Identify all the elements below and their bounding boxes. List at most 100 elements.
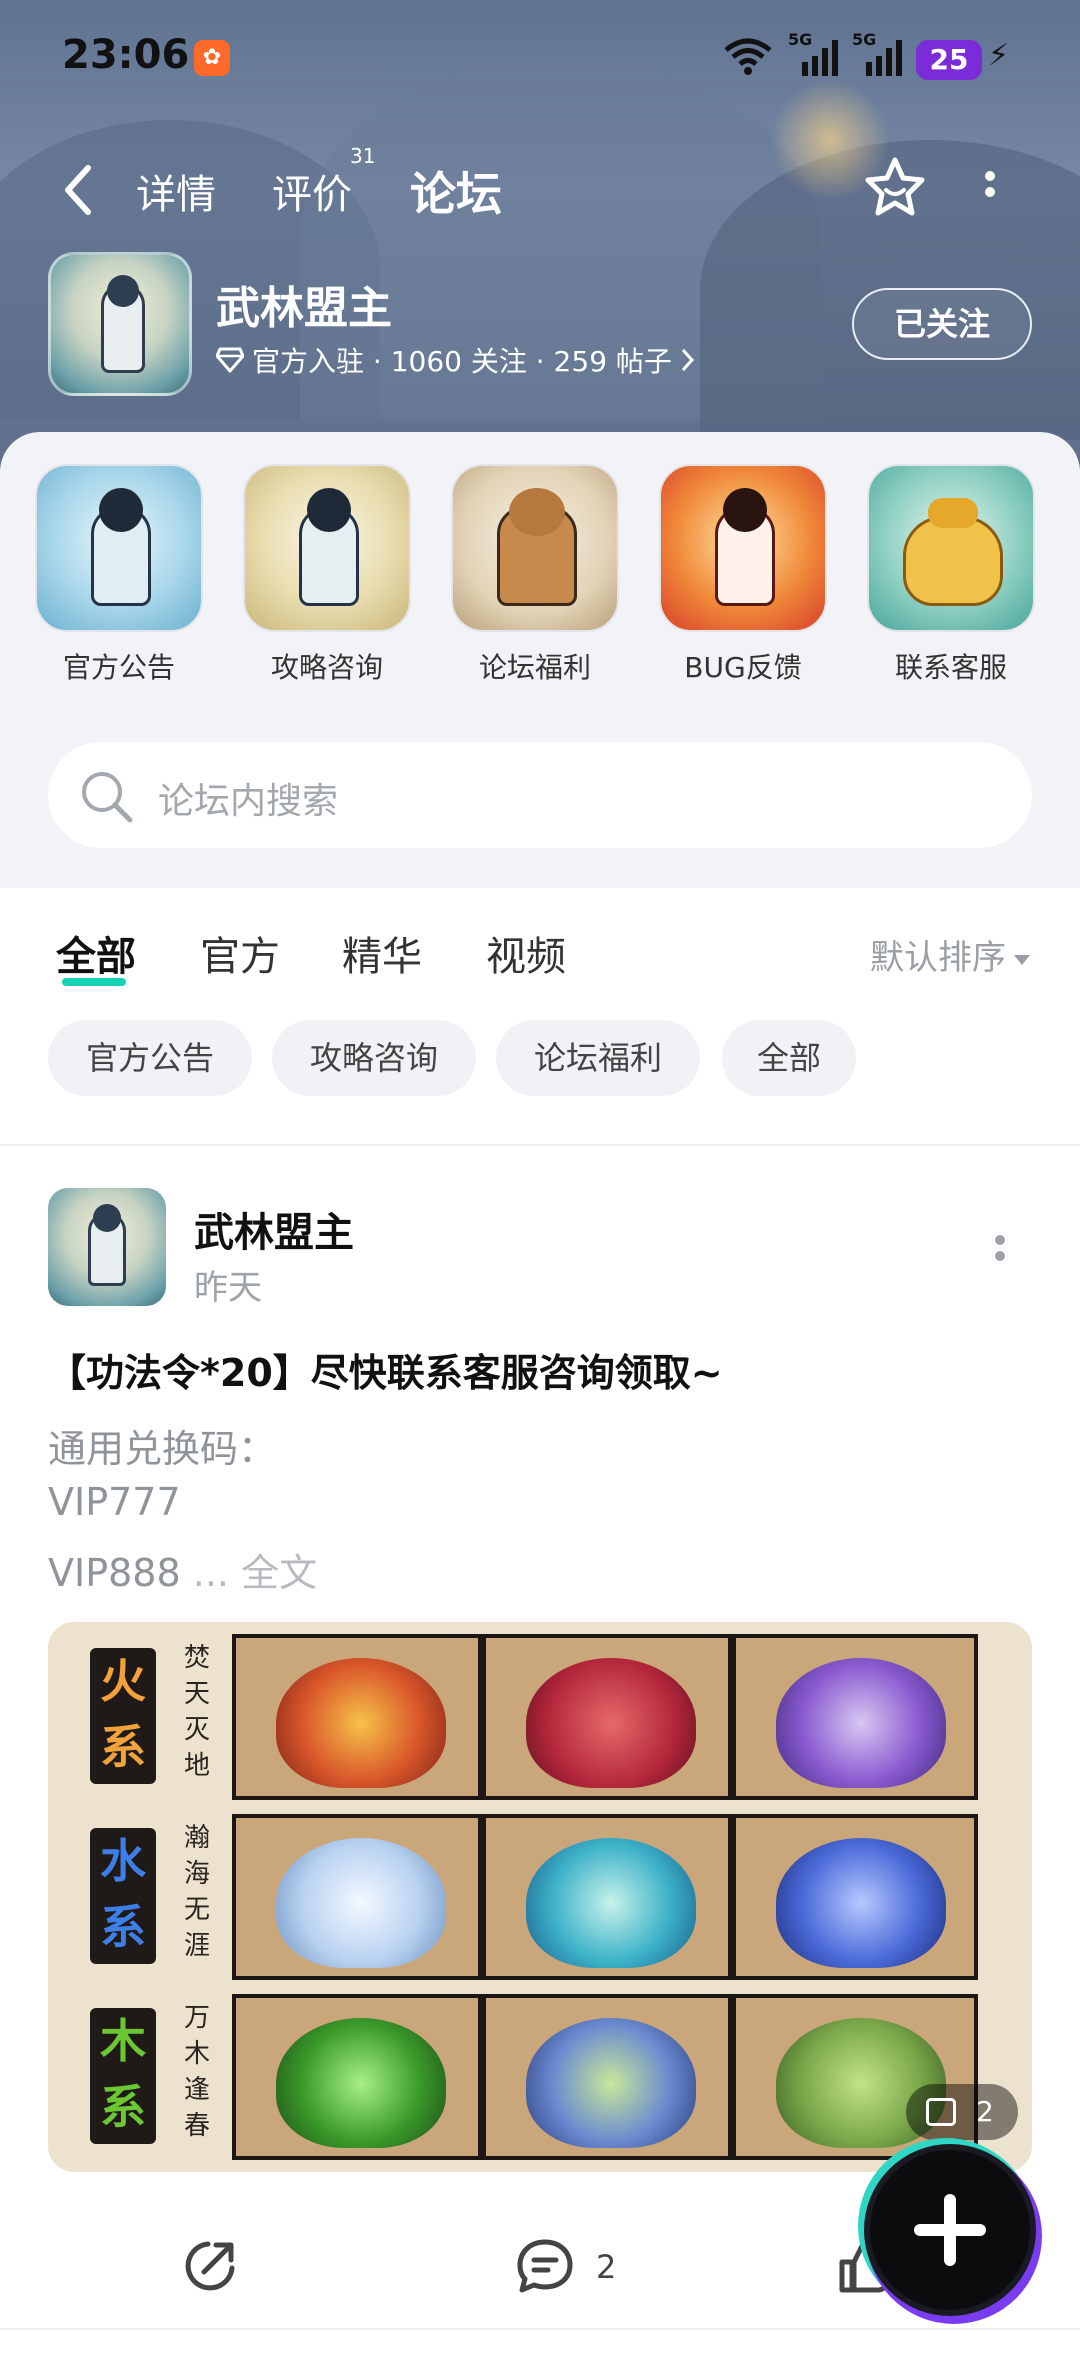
image-count-badge: 2 (906, 2084, 1018, 2140)
bug-report-icon (659, 464, 827, 632)
category-welfare[interactable]: 论坛福利 (450, 464, 620, 686)
post-body-line: VIP777 (48, 1480, 181, 1524)
wifi-icon (724, 38, 772, 75)
chip-announcements[interactable]: 官方公告 (48, 1020, 252, 1096)
follow-button[interactable]: 已关注 (852, 288, 1032, 360)
welfare-icon (451, 464, 619, 632)
dropdown-triangle-icon (1014, 954, 1030, 965)
image-count: 2 (976, 2095, 994, 2128)
ellipsis-text: ... (180, 1551, 242, 1595)
post-author-avatar[interactable] (48, 1188, 166, 1306)
monster-cell (482, 1814, 732, 1980)
forum-header: 武林盟主 官方入驻 · 1060 关注 · 259 帖子 已关注 (0, 248, 1080, 408)
monster-cell (732, 1634, 978, 1800)
row-label-text: 水系 (100, 1834, 146, 1954)
post-body-line: VIP888 ... 全文 (48, 1542, 317, 1597)
charging-icon: ⚡ (988, 38, 1010, 73)
monster-cell (232, 1634, 482, 1800)
tab-reviews[interactable]: 评价 (272, 162, 352, 220)
filter-tab-label: 全部 (56, 934, 136, 980)
post-more-icon[interactable] (992, 1234, 1008, 1274)
favorite-star-icon[interactable] (862, 154, 928, 220)
app-notification-icon: ✿ (194, 40, 230, 76)
filter-tab-video[interactable]: 视频 (486, 924, 566, 982)
category-row: 官方公告 攻略咨询 论坛福利 BUG反馈 联系客服 (0, 464, 1080, 694)
review-count-badge: 31 (350, 144, 376, 168)
forum-logo[interactable] (48, 252, 192, 396)
monster-cell (732, 1814, 978, 1980)
forum-search-input[interactable]: 论坛内搜索 (48, 742, 1032, 848)
battery-indicator: 25 (916, 40, 982, 80)
forum-name: 武林盟主 (216, 283, 392, 334)
category-bug-report[interactable]: BUG反馈 (658, 464, 828, 686)
gallery-icon (926, 2098, 956, 2126)
chevron-right-icon (681, 348, 694, 372)
category-label: 联系客服 (894, 651, 1007, 684)
row-subtitle: 瀚海无涯 (184, 1823, 211, 1961)
category-label: 论坛福利 (478, 651, 591, 684)
status-time: 23:06 (62, 32, 190, 78)
filter-tab-all[interactable]: 全部 (56, 924, 136, 986)
post-body-text: VIP888 (48, 1551, 181, 1595)
diamond-icon (216, 347, 244, 373)
announcements-icon (35, 464, 203, 632)
top-nav: 详情 评价 31 论坛 (0, 144, 1080, 230)
row-label: 水系 (90, 1828, 156, 1964)
chip-welfare[interactable]: 论坛福利 (496, 1020, 700, 1096)
chip-guides[interactable]: 攻略咨询 (272, 1020, 476, 1096)
comment-icon (517, 2239, 573, 2293)
image-row-fire: 火系 焚天灭地 (48, 1626, 1032, 1806)
category-guides[interactable]: 攻略咨询 (242, 464, 412, 686)
post-divider (0, 2328, 1080, 2330)
back-arrow-icon[interactable] (56, 160, 100, 220)
full-text-link[interactable]: 全文 (241, 1551, 317, 1595)
tab-details[interactable]: 详情 (136, 162, 216, 220)
chip-all[interactable]: 全部 (722, 1020, 856, 1096)
post-time: 昨天 (194, 1268, 262, 1308)
post-author-name[interactable]: 武林盟主 (194, 1200, 354, 1258)
monster-cell (482, 1994, 732, 2160)
search-icon (82, 772, 133, 823)
contact-support-icon (867, 464, 1035, 632)
forum-panel: 官方公告 攻略咨询 论坛福利 BUG反馈 联系客服 论坛内搜索 (0, 432, 1080, 888)
logo-figure-head (107, 275, 139, 307)
create-post-button[interactable] (870, 2150, 1030, 2310)
comment-count: 2 (596, 2248, 617, 2286)
filter-section: 全部 官方 精华 视频 默认排序 官方公告 攻略咨询 论坛福利 全部 (0, 888, 1080, 1138)
monster-cell (482, 1634, 732, 1800)
filter-tab-featured[interactable]: 精华 (342, 924, 422, 982)
category-label: 官方公告 (62, 651, 175, 684)
category-contact-support[interactable]: 联系客服 (866, 464, 1036, 686)
sort-dropdown[interactable]: 默认排序 (870, 930, 1030, 979)
forum-meta-text: 官方入驻 · 1060 关注 · 259 帖子 (252, 345, 672, 378)
category-label: 攻略咨询 (270, 651, 383, 684)
row-label: 火系 (90, 1648, 156, 1784)
search-placeholder: 论坛内搜索 (158, 781, 339, 822)
status-bar: 23:06 ✿ 5G 5G 25 ⚡ (0, 0, 1080, 118)
plus-icon (944, 2194, 956, 2266)
image-row-wood: 木系 万木逢春 (48, 1986, 1032, 2166)
share-icon[interactable] (180, 2236, 240, 2296)
row-subtitle: 焚天灭地 (184, 1643, 211, 1781)
active-filter-indicator (62, 978, 126, 986)
avatar-figure-head (93, 1204, 121, 1232)
image-row-water: 水系 瀚海无涯 (48, 1806, 1032, 1986)
filter-tab-official[interactable]: 官方 (200, 924, 280, 982)
post-image[interactable]: 火系 焚天灭地 水系 瀚海无涯 木系 万木逢春 2 (48, 1622, 1032, 2172)
signal-icon (866, 40, 902, 76)
tab-forum[interactable]: 论坛 (410, 158, 502, 224)
monster-cell (232, 1994, 482, 2160)
more-vertical-icon[interactable] (980, 170, 1000, 214)
row-label: 木系 (90, 2008, 156, 2144)
category-announcements[interactable]: 官方公告 (34, 464, 204, 686)
signal-icon (802, 40, 838, 76)
comment-button[interactable]: 2 (514, 2236, 616, 2300)
forum-meta[interactable]: 官方入驻 · 1060 关注 · 259 帖子 (216, 340, 696, 380)
tab-forum-label: 论坛 (410, 167, 502, 221)
monster-cell (232, 1814, 482, 1980)
guides-icon (243, 464, 411, 632)
row-label-text: 火系 (100, 1654, 146, 1774)
row-label-text: 木系 (100, 2014, 146, 2134)
post-body-line: 通用兑换码： (48, 1427, 277, 1471)
post-title[interactable]: 【功法令*20】尽快联系客服咨询领取~ (48, 1342, 723, 1397)
